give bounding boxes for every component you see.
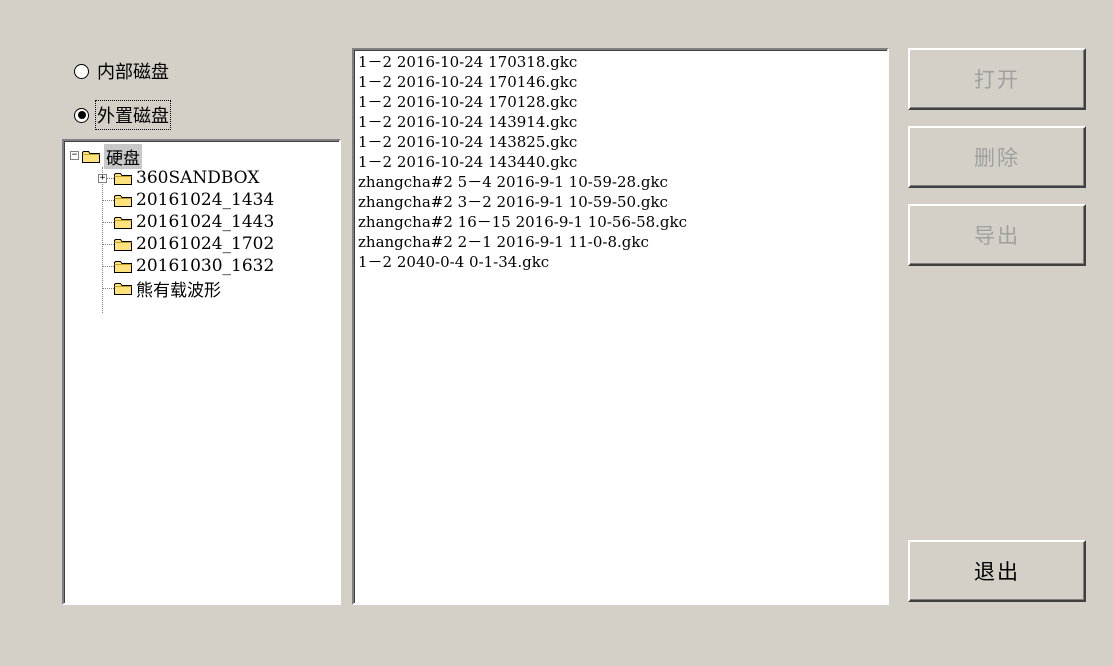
folder-icon xyxy=(114,172,132,185)
folder-icon xyxy=(114,282,132,295)
file-list-item[interactable]: 1－2 2016-10-24 170128.gkc xyxy=(358,92,577,112)
file-list-item[interactable]: zhangcha#2 5－4 2016-9-1 10-59-28.gkc xyxy=(358,172,668,192)
file-list-item[interactable]: 1－2 2016-10-24 170318.gkc xyxy=(358,52,577,72)
tree-folder-node[interactable]: 20161030_1632 xyxy=(114,255,274,277)
delete-button[interactable]: 删除 xyxy=(908,126,1086,188)
file-list-item[interactable]: zhangcha#2 2－1 2016-9-1 11-0-8.gkc xyxy=(358,232,649,252)
tree-folder-node[interactable]: 20161024_1702 xyxy=(114,233,274,255)
external-disk-radio[interactable]: 外置磁盘 xyxy=(74,100,171,130)
radio-indicator xyxy=(74,63,89,79)
folder-icon xyxy=(114,260,132,273)
tree-folder-label: 20161030_1632 xyxy=(136,256,275,276)
folder-icon xyxy=(114,216,132,229)
exit-button[interactable]: 退出 xyxy=(908,540,1086,602)
file-list-item[interactable]: 1－2 2016-10-24 170146.gkc xyxy=(358,72,577,92)
tree-folder-node[interactable]: 熊有载波形 xyxy=(114,277,221,301)
file-list-item[interactable]: 1－2 2040-0-4 0-1-34.gkc xyxy=(358,252,549,272)
folder-icon xyxy=(114,238,132,251)
tree-root-node[interactable]: 硬盘 xyxy=(82,143,142,169)
folder-icon xyxy=(82,150,100,163)
folder-icon xyxy=(114,194,132,207)
external-disk-label: 外置磁盘 xyxy=(95,100,171,130)
open-button[interactable]: 打开 xyxy=(908,48,1086,110)
file-list-item[interactable]: 1－2 2016-10-24 143440.gkc xyxy=(358,152,577,172)
tree-folder-label: 熊有载波形 xyxy=(136,280,221,301)
export-button[interactable]: 导出 xyxy=(908,204,1086,266)
tree-folder-label: 20161024_1434 xyxy=(136,190,275,210)
collapse-icon[interactable]: − xyxy=(70,151,79,160)
tree-folder-node[interactable]: 360SANDBOX xyxy=(114,167,259,189)
tree-folder-node[interactable]: 20161024_1434 xyxy=(114,189,274,211)
internal-disk-label: 内部磁盘 xyxy=(97,62,169,83)
tree-folder-label: 20161024_1702 xyxy=(136,234,275,254)
tree-folder-label: 20161024_1443 xyxy=(136,212,275,232)
expand-icon[interactable]: + xyxy=(98,174,107,183)
file-list-item[interactable]: 1－2 2016-10-24 143914.gkc xyxy=(358,112,577,132)
file-list-item[interactable]: zhangcha#2 16－15 2016-9-1 10-56-58.gkc xyxy=(358,212,687,232)
tree-folder-label: 360SANDBOX xyxy=(136,168,260,188)
tree-line xyxy=(102,167,103,313)
file-list[interactable]: 1－2 2016-10-24 170318.gkc 1－2 2016-10-24… xyxy=(352,48,889,605)
tree-folder-node[interactable]: 20161024_1443 xyxy=(114,211,274,233)
file-list-item[interactable]: zhangcha#2 3－2 2016-9-1 10-59-50.gkc xyxy=(358,192,668,212)
file-list-item[interactable]: 1－2 2016-10-24 143825.gkc xyxy=(358,132,577,152)
tree-root-label: 硬盘 xyxy=(104,143,142,169)
radio-indicator-selected xyxy=(74,107,89,123)
folder-tree[interactable]: − 硬盘 + 360SANDBOX 20161024_1434 20161024… xyxy=(62,139,341,605)
internal-disk-radio[interactable]: 内部磁盘 xyxy=(74,59,169,83)
